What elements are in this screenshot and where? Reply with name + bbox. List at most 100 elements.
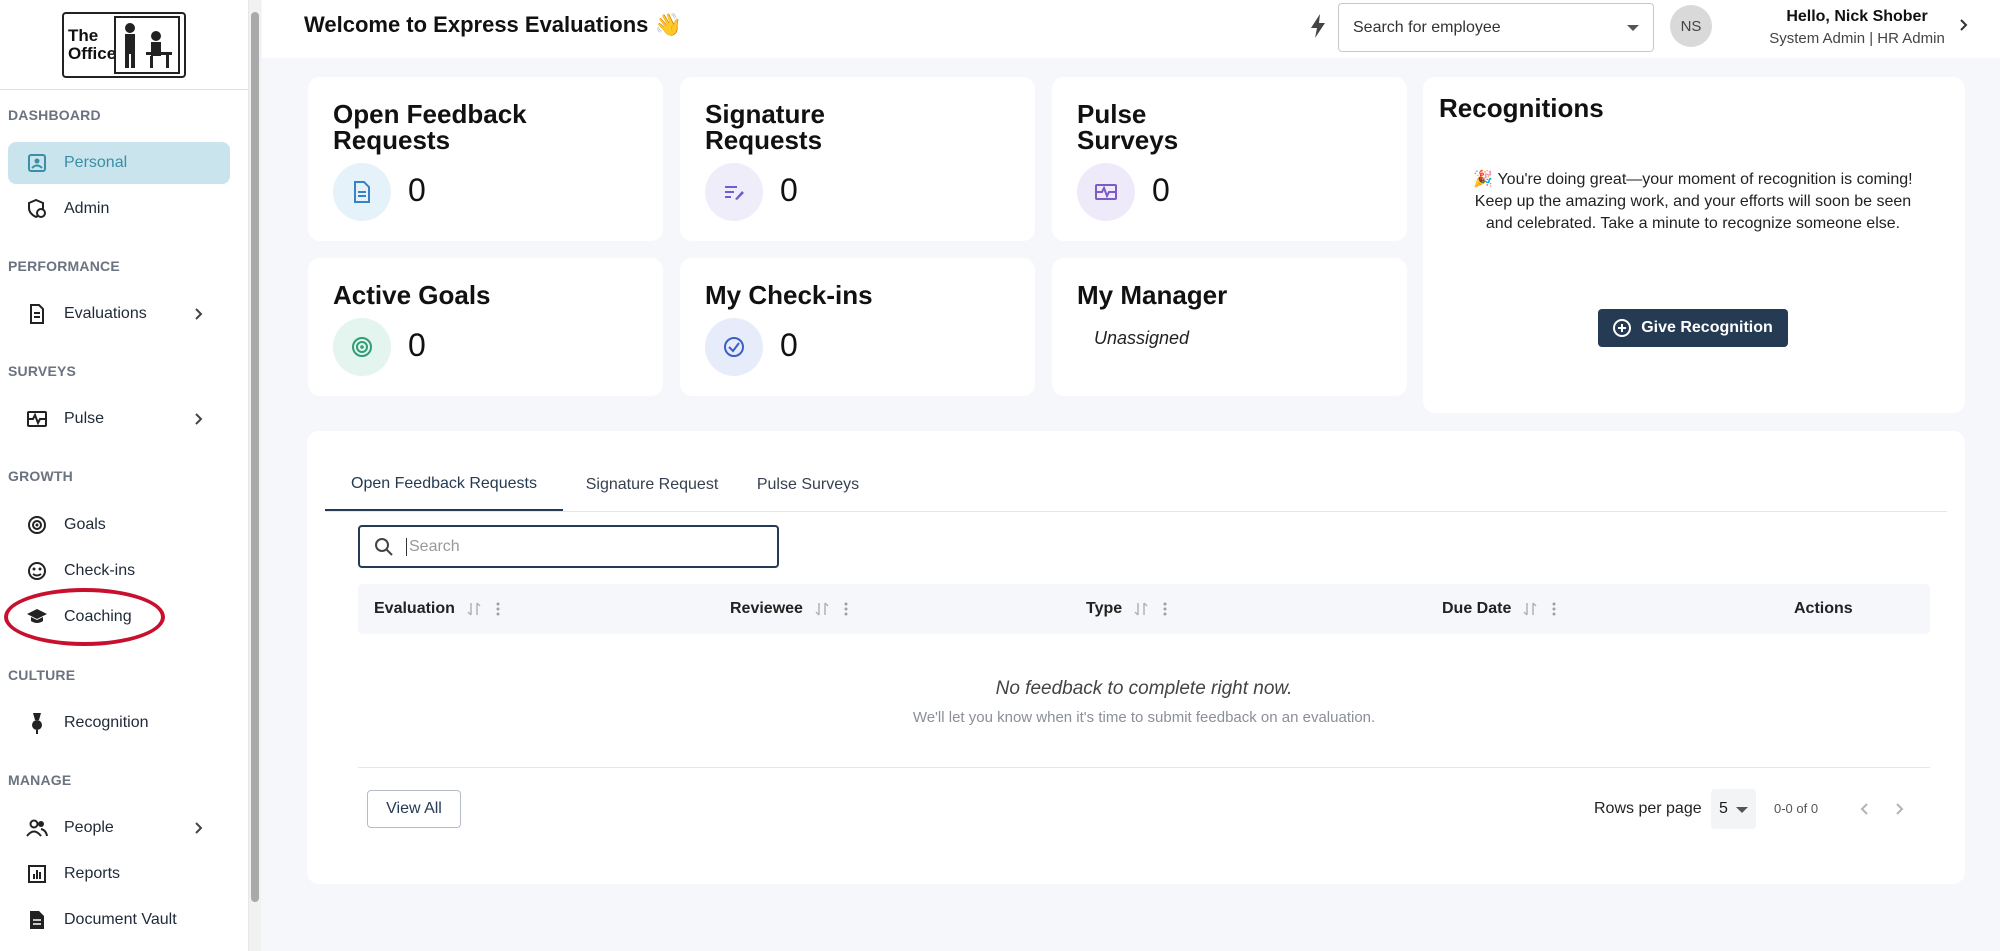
signature-icon <box>705 163 763 221</box>
column-menu-icon[interactable] <box>1551 601 1557 617</box>
give-recognition-label: Give Recognition <box>1641 319 1773 336</box>
give-recognition-button[interactable]: Give Recognition <box>1598 309 1788 347</box>
card-open-feedback-requests[interactable]: Open Feedback Requests 0 <box>308 77 663 241</box>
column-label: Reviewee <box>730 600 803 617</box>
tab-signature-request[interactable]: Signature Request <box>563 459 741 511</box>
sidebar-item-evaluations[interactable]: Evaluations <box>8 293 230 335</box>
previous-page-icon[interactable] <box>1855 799 1875 819</box>
stat-value: 0 <box>780 172 798 208</box>
column-type[interactable]: Type <box>1086 584 1168 634</box>
sidebar-item-goals[interactable]: Goals <box>8 504 230 546</box>
sidebar-item-label: Reports <box>64 865 121 882</box>
tab-divider <box>325 511 1947 512</box>
recognitions-title: Recognitions <box>1439 93 1604 123</box>
target-icon <box>333 318 391 376</box>
sidebar-item-admin[interactable]: Admin <box>8 188 230 230</box>
view-all-button[interactable]: View All <box>367 790 461 828</box>
sidebar-item-people[interactable]: People <box>8 807 230 849</box>
sidebar-item-label: People <box>64 819 114 836</box>
sidebar-item-document-vault[interactable]: Document Vault <box>8 899 230 941</box>
page-title: Welcome to Express Evaluations 👋 <box>304 12 682 37</box>
avatar[interactable]: NS <box>1670 5 1712 47</box>
sidebar-item-label: Recognition <box>64 714 149 731</box>
sidebar-item-label: Pulse <box>64 410 105 427</box>
stat-value: 0 <box>780 327 798 363</box>
column-label: Evaluation <box>374 600 455 617</box>
user-role: System Admin | HR Admin <box>1769 30 1945 47</box>
company-logo[interactable]: The Office <box>62 11 186 78</box>
sidebar-item-label: Evaluations <box>64 305 147 322</box>
recognitions-message: 🎉 You're doing great—your moment of reco… <box>1473 171 1913 232</box>
sidebar-item-pulse[interactable]: Pulse <box>8 398 230 440</box>
pagination-range: 0-0 of 0 <box>1774 801 1819 816</box>
section-culture: CULTURE <box>8 667 76 683</box>
column-label: Due Date <box>1442 600 1512 617</box>
sidebar-item-check-ins[interactable]: Check-ins <box>8 550 230 592</box>
rows-per-page-label: Rows per page <box>1594 800 1702 817</box>
manager-value: Unassigned <box>1094 328 1190 348</box>
column-label: Actions <box>1794 600 1853 617</box>
logo-line-2: Office <box>68 43 117 63</box>
chevron-right-icon[interactable] <box>1955 16 1973 34</box>
empty-state-subtitle: We'll let you know when it's time to sub… <box>912 709 1376 726</box>
sidebar-item-recognition[interactable]: Recognition <box>8 702 230 744</box>
employee-search-value: Search for employee <box>1353 18 1501 36</box>
sort-icon[interactable] <box>467 601 481 617</box>
rows-per-page-select[interactable]: 5 <box>1711 789 1756 829</box>
table-search-box[interactable] <box>358 525 779 568</box>
sidebar-item-personal[interactable]: Personal <box>8 142 230 184</box>
card-active-goals[interactable]: Active Goals 0 <box>308 258 663 396</box>
document-icon <box>333 163 391 221</box>
column-menu-icon[interactable] <box>1162 601 1168 617</box>
column-menu-icon[interactable] <box>843 601 849 617</box>
table-search-input[interactable] <box>406 537 766 556</box>
card-title: My Check-ins <box>705 280 873 310</box>
section-dashboard: DASHBOARD <box>8 107 101 123</box>
card-pulse-surveys[interactable]: Pulse Surveys 0 <box>1052 77 1407 241</box>
card-my-manager[interactable]: My Manager Unassigned <box>1052 258 1407 396</box>
sidebar-item-label: Check-ins <box>64 562 136 579</box>
sidebar-scrollbar[interactable] <box>249 0 261 951</box>
tab-pulse-surveys[interactable]: Pulse Surveys <box>741 459 875 511</box>
column-label: Type <box>1086 600 1123 617</box>
section-performance: PERFORMANCE <box>8 258 120 274</box>
column-evaluation[interactable]: Evaluation <box>374 584 501 634</box>
logo-text: The Office <box>68 25 117 63</box>
office-figures-icon <box>114 15 180 74</box>
section-growth: GROWTH <box>8 468 73 484</box>
column-menu-icon[interactable] <box>495 601 501 617</box>
sort-icon[interactable] <box>1134 601 1148 617</box>
card-title: My Manager <box>1077 280 1228 310</box>
logo-line-1: The <box>68 25 99 45</box>
column-due-date[interactable]: Due Date <box>1442 584 1557 634</box>
recognitions-card: Recognitions 🎉 You're doing great—your m… <box>1423 77 1965 413</box>
table-divider <box>358 767 1930 768</box>
employee-search-select[interactable]: Search for employee <box>1338 3 1654 52</box>
plus-circle-icon <box>1613 319 1632 337</box>
pulse-icon <box>1077 163 1135 221</box>
section-surveys: SURVEYS <box>8 363 77 379</box>
tab-open-feedback-requests[interactable]: Open Feedback Requests <box>325 459 563 511</box>
section-manage: MANAGE <box>8 772 72 788</box>
dropdown-caret-icon <box>1736 807 1748 813</box>
top-header: Welcome to Express Evaluations 👋 Search … <box>262 0 2000 58</box>
next-page-icon[interactable] <box>1889 799 1909 819</box>
card-my-check-ins[interactable]: My Check-ins 0 <box>680 258 1035 396</box>
dropdown-caret-icon <box>1627 25 1639 31</box>
card-signature-requests[interactable]: Signature Requests 0 <box>680 77 1035 241</box>
card-title: Signature Requests <box>705 99 825 155</box>
card-title: Open Feedback Requests <box>333 99 527 155</box>
document-icon <box>26 303 48 325</box>
lightning-icon[interactable] <box>1307 13 1329 39</box>
admin-settings-icon <box>26 198 48 220</box>
table-header: Evaluation Reviewee Type Due Date Action… <box>358 584 1930 634</box>
file-icon <box>26 909 48 931</box>
scrollbar-thumb[interactable] <box>251 12 259 902</box>
column-reviewee[interactable]: Reviewee <box>730 584 849 634</box>
sidebar-item-label: Goals <box>64 516 106 533</box>
sort-icon[interactable] <box>815 601 829 617</box>
annotation-circle <box>4 588 165 646</box>
sidebar-item-reports[interactable]: Reports <box>8 853 230 895</box>
sort-icon[interactable] <box>1523 601 1537 617</box>
logo-area: The Office <box>0 0 248 90</box>
